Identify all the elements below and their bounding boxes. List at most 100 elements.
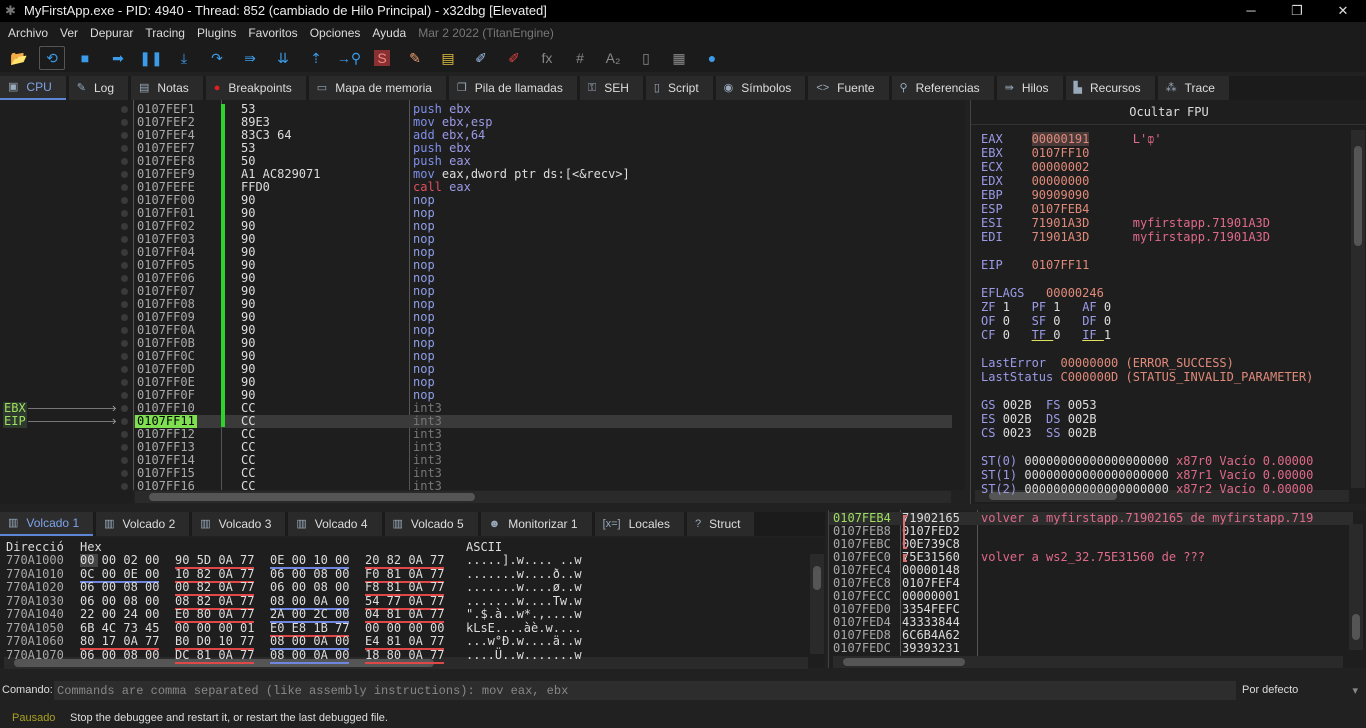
register-line[interactable]: LastError 00000000 (ERROR_SUCCESS) <box>981 356 1234 370</box>
tab-monitorizar-1[interactable]: ☻ Monitorizar 1 <box>480 512 592 536</box>
bookmarks-button[interactable]: ✐ <box>501 46 527 70</box>
dump-row[interactable]: 770A1060 80 17 0A 77 B0 D0 10 77 08 00 0A 0… <box>0 635 808 650</box>
breakpoint-dot[interactable] <box>121 379 128 386</box>
menu-item-tracing[interactable]: Tracing <box>145 26 185 40</box>
breakpoint-dot[interactable] <box>121 392 128 399</box>
command-input[interactable] <box>54 681 1236 700</box>
tab-volcado-4[interactable]: ▥ Volcado 4 <box>288 512 382 536</box>
restart-button[interactable]: ⟲ <box>39 46 65 70</box>
register-line[interactable]: ECX 00000002 <box>981 160 1089 174</box>
register-line[interactable] <box>981 244 988 258</box>
breakpoint-dot[interactable] <box>121 184 128 191</box>
tab-fuente[interactable]: <> Fuente <box>808 76 889 100</box>
registers-scrollbar[interactable] <box>1351 130 1365 488</box>
hex-group[interactable]: 06 00 08 00 <box>80 594 159 608</box>
tab-símbolos[interactable]: ◉ Símbolos <box>715 76 806 100</box>
disasm-row[interactable]: 0107FF00 90 nop <box>134 194 952 207</box>
disasm-row[interactable]: 0107FF03 90 nop <box>134 233 952 246</box>
minimize-button[interactable]: ─ <box>1228 0 1274 22</box>
breakpoint-dot[interactable] <box>121 483 128 490</box>
breakpoint-dot[interactable] <box>121 444 128 451</box>
breakpoint-dot[interactable] <box>121 340 128 347</box>
trace-over-button[interactable]: ⇊ <box>270 46 296 70</box>
dump-row[interactable]: 770A1050 6B 4C 73 45 00 00 00 01 E0 E8 1B 7… <box>0 621 808 637</box>
disasm-row[interactable]: 0107FF01 90 nop <box>134 207 952 220</box>
register-line[interactable]: EBX 0107FF10 <box>981 146 1089 160</box>
tab-cpu[interactable]: ▣ CPU <box>0 76 66 100</box>
run-button[interactable]: ➡ <box>105 46 131 70</box>
disasm-row[interactable]: 0107FF07 90 nop <box>134 285 952 298</box>
hex-group[interactable]: 22 00 24 00 <box>80 608 159 621</box>
register-line[interactable]: EIP 0107FF11 <box>981 258 1089 272</box>
comments-button[interactable]: ▤ <box>435 46 461 70</box>
labels-button[interactable]: ✐ <box>468 46 494 70</box>
breakpoint-dot[interactable] <box>121 106 128 113</box>
breakpoint-dot[interactable] <box>121 405 128 412</box>
disasm-row[interactable]: 0107FEF7 53 push ebx <box>134 142 952 155</box>
maximize-button[interactable]: ❐ <box>1274 0 1320 22</box>
tab-pila-de-llamadas[interactable]: ❐ Pila de llamadas <box>448 76 577 100</box>
register-line[interactable]: CS 0023 SS 002B <box>981 426 1097 440</box>
breakpoint-dot[interactable] <box>121 223 128 230</box>
disasm-row[interactable]: 0107FF0F 90 nop <box>134 389 952 402</box>
register-line[interactable]: ST(2) 00000000000000000000 x87r2 Vacío 0… <box>981 482 1313 496</box>
breakpoint-dot[interactable] <box>121 457 128 464</box>
hex-group[interactable]: 06 00 08 00 <box>80 648 159 662</box>
execute-till-return-button[interactable]: ⇡ <box>303 46 329 70</box>
hex-group[interactable]: 08 00 0A 00 <box>270 648 350 664</box>
breakpoint-dot[interactable] <box>121 119 128 126</box>
disasm-row[interactable]: 0107FEFE FFD0 call eax <box>134 181 952 194</box>
register-line[interactable]: EAX 00000191 L'ȹ' <box>981 132 1162 146</box>
tab-seh[interactable]: ⚿ SEH <box>579 76 643 100</box>
dump-row[interactable]: 770A1000 00 00 02 00 90 5D 0A 77 0E 00 10 0… <box>0 554 808 569</box>
step-over-button[interactable]: ↷ <box>204 46 230 70</box>
disasm-row[interactable]: 0107FF0B 90 nop <box>134 337 952 350</box>
functions-button[interactable]: fx <box>534 46 560 70</box>
hex-group[interactable]: 06 00 08 00 <box>270 567 349 581</box>
tab-notas[interactable]: ▤ Notas <box>131 76 203 100</box>
register-line[interactable] <box>981 342 988 356</box>
tab-locales[interactable]: [x=] Locales <box>594 512 684 536</box>
menu-item-opciones[interactable]: Opciones <box>310 26 361 40</box>
disasm-row[interactable]: 0107FF0A 90 nop <box>134 324 952 337</box>
hex-dump-view[interactable]: Direcció Hex ASCII 770A1000 00 00 02 00 90… <box>0 538 825 669</box>
breakpoint-dot[interactable] <box>121 132 128 139</box>
disasm-row[interactable]: 0107FF14 CC int3 <box>134 454 952 467</box>
breakpoint-dot[interactable] <box>121 145 128 152</box>
hex-group[interactable]: 00 00 02 00 <box>80 554 160 567</box>
device-button[interactable]: ▯ <box>633 46 659 70</box>
register-line[interactable]: ESP 0107FEB4 <box>981 202 1089 216</box>
disasm-row[interactable]: 0107FF09 90 nop <box>134 311 952 324</box>
tab-hilos[interactable]: ⇛ Hilos <box>996 76 1063 100</box>
breakpoint-dot[interactable] <box>121 301 128 308</box>
breakpoint-dot[interactable] <box>121 197 128 204</box>
register-line[interactable]: EFLAGS 00000246 <box>981 286 1104 300</box>
disasm-row[interactable]: 0107FF0E 90 nop <box>134 376 952 389</box>
patch-button[interactable]: ✎ <box>402 46 428 70</box>
hex-group[interactable]: 00 00 00 01 <box>175 621 254 635</box>
breakpoint-dot[interactable] <box>121 327 128 334</box>
register-line[interactable] <box>981 384 988 398</box>
breakpoint-dot[interactable] <box>121 275 128 282</box>
tab-struct[interactable]: ? Struct <box>686 512 755 536</box>
disasm-row[interactable]: 0107FF02 90 nop <box>134 220 952 233</box>
register-line[interactable]: GS 002B FS 0053 <box>981 398 1097 412</box>
stack-view[interactable]: 0107FEB4 71902165 volver a myfirstapp.7190… <box>828 510 1366 668</box>
disasm-row[interactable]: 0107FF12 CC int3 <box>134 428 952 441</box>
tab-recursos[interactable]: ▙ Recursos <box>1065 76 1155 100</box>
register-line[interactable]: LastStatus C000000D (STATUS_INVALID_PARA… <box>981 370 1313 384</box>
dump-row[interactable]: 770A1070 06 00 08 00 DC 81 0A 77 08 00 0A 0… <box>0 648 808 664</box>
disasm-row[interactable]: 0107FEF4 83C3 64 add ebx,64 <box>134 129 952 142</box>
breakpoint-dot[interactable] <box>121 158 128 165</box>
breakpoint-dot[interactable] <box>121 353 128 360</box>
disasm-row[interactable]: 0107FF06 90 nop <box>134 272 952 285</box>
disasm-row[interactable]: 0107FF0C 90 nop <box>134 350 952 363</box>
register-line[interactable]: ZF 1 PF 1 AF 0 <box>981 300 1111 314</box>
tab-volcado-5[interactable]: ▥ Volcado 5 <box>384 512 478 536</box>
breakpoint-dot[interactable] <box>121 314 128 321</box>
tab-trace[interactable]: ⁂ Trace <box>1157 76 1229 100</box>
disasm-row[interactable]: 0107FF15 CC int3 <box>134 467 952 480</box>
hex-group[interactable]: 18 80 0A 77 <box>365 648 445 664</box>
calculator-button[interactable]: ▦ <box>666 46 692 70</box>
disasm-row[interactable]: 0107FF08 90 nop <box>134 298 952 311</box>
